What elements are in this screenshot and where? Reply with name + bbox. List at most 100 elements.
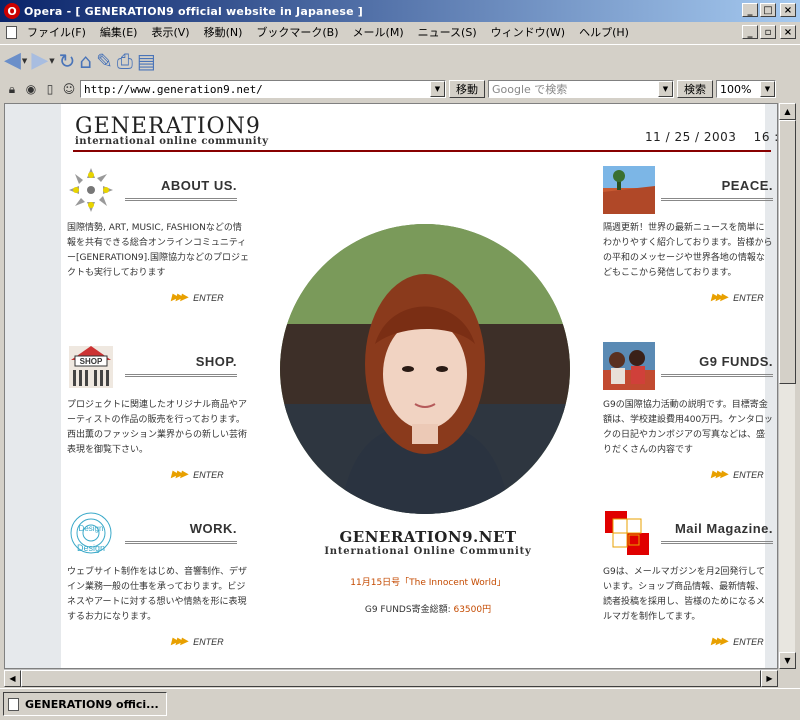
user-icon[interactable]: ☺: [61, 81, 77, 97]
g9-funds-title[interactable]: G9 FUNDS.: [661, 354, 773, 369]
url-field[interactable]: http://www.generation9.net/ ▼: [80, 80, 446, 98]
scroll-left-button[interactable]: ◀: [4, 670, 21, 687]
work-enter-link[interactable]: ▶▶▶ ENTER: [171, 636, 224, 647]
shop-icon-label: SHOP: [80, 357, 103, 366]
about-us-title[interactable]: ABOUT US.: [125, 178, 237, 193]
print-icon: ⎙: [116, 48, 133, 73]
horizontal-scroll-thumb[interactable]: [21, 670, 761, 687]
funds-label: G9 FUNDS寄金総額:: [364, 605, 454, 615]
page-icon: [8, 697, 19, 711]
enter-arrows-icon: ▶▶▶: [711, 469, 728, 480]
mail-magazine-enter-link[interactable]: ▶▶▶ ENTER: [711, 636, 764, 647]
print-button[interactable]: ⎙: [117, 48, 133, 74]
shop-enter-link[interactable]: ▶▶▶ ENTER: [171, 469, 224, 480]
enter-arrows-icon: ▶▶▶: [711, 292, 728, 303]
tab-generation9[interactable]: GENERATION9 offici...: [3, 692, 167, 716]
vertical-scroll-thumb[interactable]: [779, 120, 796, 384]
minimize-button[interactable]: _: [742, 3, 758, 17]
mail-magazine-title[interactable]: Mail Magazine.: [661, 521, 773, 536]
security-lock-icon[interactable]: 🔒︎: [4, 81, 20, 97]
header-rule: [73, 150, 771, 152]
shop-storefront-icon[interactable]: SHOP: [67, 342, 115, 390]
about-us-description: 国際情勢, ART, MUSIC, FASHIONなどの情報を共有できる総合オン…: [67, 223, 249, 278]
peace-rule: [661, 198, 773, 201]
hotlist-button[interactable]: ✎: [96, 48, 113, 74]
left-decoration-band: [5, 104, 61, 668]
page-icon: ▤: [136, 48, 156, 73]
menu-file[interactable]: ファイル(F): [27, 24, 86, 40]
current-issue-link[interactable]: 11月15日号「The Innocent World」: [323, 575, 533, 588]
g9-funds-rule: [661, 374, 773, 377]
close-button[interactable]: ×: [780, 3, 796, 17]
work-design-icon[interactable]: Design Design: [67, 509, 115, 557]
document-icon[interactable]: [6, 25, 17, 39]
menu-bar: ファイル(F) 編集(E) 表示(V) 移動(N) ブックマーク(B) メール(…: [0, 22, 800, 42]
menu-help[interactable]: ヘルプ(H): [579, 24, 629, 40]
window-controls: _ □ ×: [742, 3, 796, 17]
enter-label: ENTER: [733, 292, 764, 303]
work-title[interactable]: WORK.: [125, 521, 237, 536]
reload-icon: ↻: [58, 48, 76, 73]
doc-minimize-button[interactable]: _: [742, 25, 758, 39]
forward-history-dropdown-icon[interactable]: ▼: [49, 57, 54, 65]
zoom-value: 100%: [720, 82, 752, 96]
window-title: Opera - [ GENERATION9 official website i…: [24, 4, 364, 18]
url-history-dropdown-icon[interactable]: ▼: [430, 81, 445, 97]
funds-total: G9 FUNDS寄金総額: 63500円: [323, 602, 533, 615]
peace-description: 隔週更新！世界の最新ニュースを簡単にわかりやすく紹介しております。皆様からの平和…: [603, 223, 773, 278]
address-bar: 🔒︎ ◉ ▯ ☺ http://www.generation9.net/ ▼ 移…: [0, 78, 800, 100]
page-button[interactable]: ▤: [137, 48, 156, 74]
new-page-icon[interactable]: ▯: [42, 81, 58, 97]
enter-label: ENTER: [193, 469, 224, 480]
zoom-select[interactable]: 100% ▼: [716, 80, 776, 98]
reload-button[interactable]: ↻: [59, 48, 76, 74]
scroll-down-button[interactable]: ▼: [779, 652, 796, 669]
work-icon-label-bottom: Design: [77, 543, 105, 553]
scroll-right-button[interactable]: ▶: [761, 670, 778, 687]
menu-window[interactable]: ウィンドウ(W): [491, 24, 565, 40]
maximize-button[interactable]: □: [760, 3, 776, 17]
doc-close-button[interactable]: ×: [780, 25, 796, 39]
opera-icon: O: [4, 3, 20, 19]
g9-funds-enter-link[interactable]: ▶▶▶ ENTER: [711, 469, 764, 480]
forward-button[interactable]: ▶ ▼: [31, 48, 54, 74]
menu-navigate[interactable]: 移動(N): [204, 24, 243, 40]
enter-label: ENTER: [733, 636, 764, 647]
home-button[interactable]: ⌂: [79, 48, 92, 74]
search-engine-dropdown-icon[interactable]: ▼: [658, 81, 673, 97]
mail-magazine-rule: [661, 541, 773, 544]
zoom-dropdown-icon[interactable]: ▼: [760, 81, 775, 97]
g9-funds-photo-thumbnail[interactable]: [603, 342, 655, 390]
site-tagline: international online community: [75, 136, 269, 147]
menu-news[interactable]: ニュース(S): [418, 24, 477, 40]
menu-mail[interactable]: メール(M): [353, 24, 404, 40]
about-us-enter-link[interactable]: ▶▶▶ ENTER: [171, 292, 224, 303]
menu-bookmarks[interactable]: ブックマーク(B): [256, 24, 338, 40]
enter-label: ENTER: [193, 636, 224, 647]
camera-icon[interactable]: ◉: [23, 81, 39, 97]
peace-title[interactable]: PEACE.: [661, 178, 773, 193]
peace-landscape-thumbnail[interactable]: [603, 166, 655, 214]
doc-restore-button[interactable]: ▫: [760, 25, 776, 39]
horizontal-scrollbar[interactable]: ◀ ▶: [4, 669, 778, 687]
search-button[interactable]: 検索: [677, 80, 713, 98]
about-us-wheel-icon[interactable]: [67, 166, 115, 214]
scroll-up-button[interactable]: ▲: [779, 103, 796, 120]
go-button[interactable]: 移動: [449, 80, 485, 98]
mail-magazine-squares-icon[interactable]: [603, 509, 651, 557]
document-window-controls: _ ▫ ×: [742, 25, 796, 39]
enter-arrows-icon: ▶▶▶: [171, 636, 188, 647]
enter-arrows-icon: ▶▶▶: [171, 469, 188, 480]
peace-enter-link[interactable]: ▶▶▶ ENTER: [711, 292, 764, 303]
back-button[interactable]: ◀ ▼: [4, 48, 27, 74]
page-viewport: GENERATION9 international online communi…: [4, 103, 778, 669]
menu-view[interactable]: 表示(V): [151, 24, 189, 40]
search-input[interactable]: Google で検索 ▼: [488, 80, 674, 98]
back-history-dropdown-icon[interactable]: ▼: [22, 57, 27, 65]
tab-title: GENERATION9 offici...: [25, 697, 159, 711]
featured-portrait-image: [280, 224, 570, 514]
work-icon-label-top: Design: [79, 524, 104, 533]
shop-title[interactable]: SHOP.: [125, 354, 237, 369]
menu-edit[interactable]: 編集(E): [100, 24, 138, 40]
vertical-scrollbar[interactable]: ▲ ▼: [778, 103, 796, 669]
